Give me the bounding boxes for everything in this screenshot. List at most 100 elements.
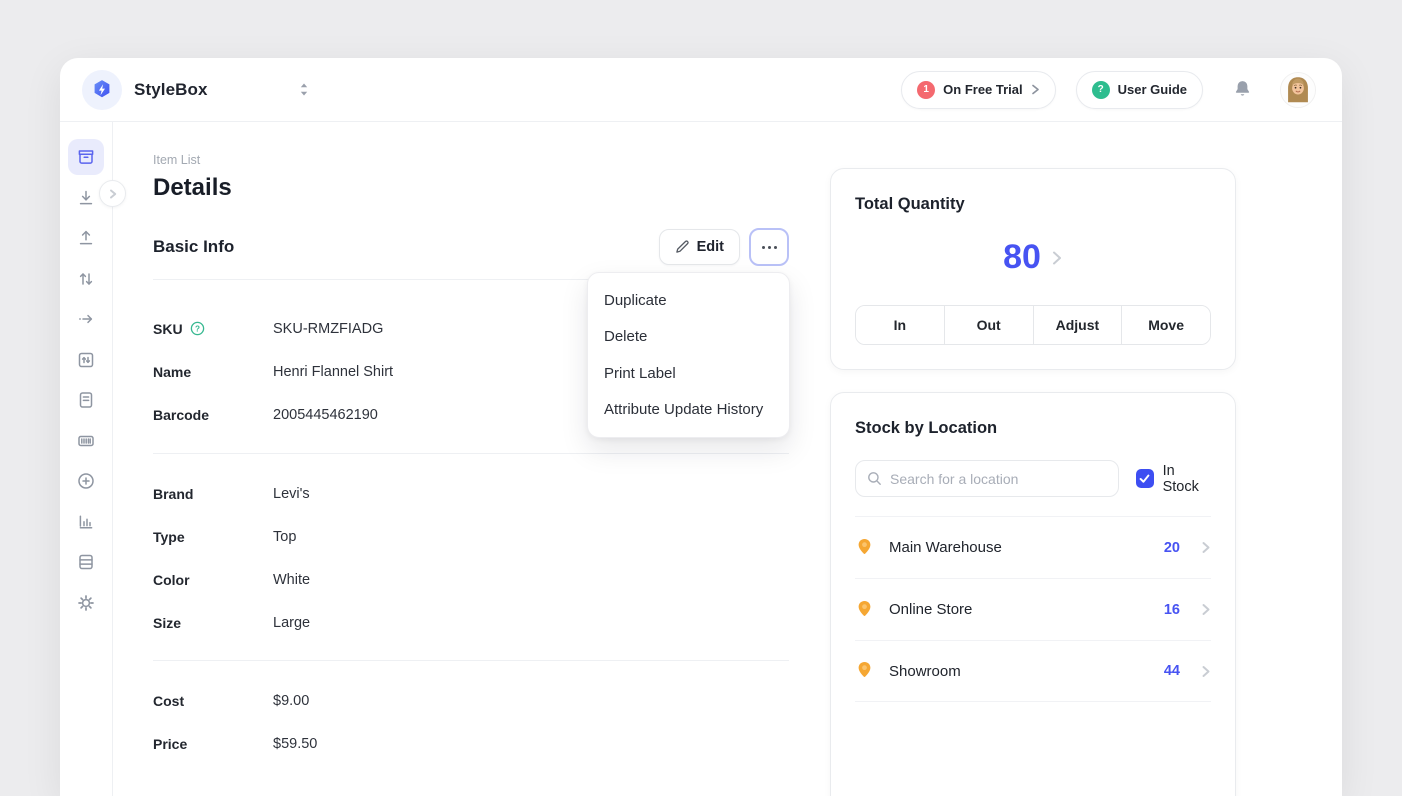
chevron-right-icon — [1051, 249, 1063, 267]
stock-by-location-card: Stock by Location — [830, 392, 1236, 796]
chevron-right-icon — [1201, 540, 1211, 555]
field-row-price: Price $59.50 — [153, 722, 789, 765]
location-search-input[interactable] — [890, 471, 1107, 487]
location-name: Main Warehouse — [889, 539, 1002, 556]
menu-item-print-label[interactable]: Print Label — [588, 355, 789, 392]
field-row-color: Color White — [153, 558, 789, 601]
trial-badge-icon: 1 — [917, 81, 935, 99]
sidebar-expand-button[interactable] — [99, 180, 126, 207]
help-circle-icon[interactable]: ? — [190, 321, 205, 336]
sidebar-item-adjust[interactable] — [68, 342, 104, 378]
field-value: SKU-RMZFIADG — [273, 321, 383, 337]
check-icon — [1138, 472, 1151, 485]
edit-button[interactable]: Edit — [659, 229, 740, 265]
sidebar-item-documents[interactable] — [68, 382, 104, 418]
sidebar-item-move-out[interactable] — [68, 301, 104, 337]
location-name: Showroom — [889, 663, 961, 680]
field-row-type: Type Top — [153, 515, 789, 558]
menu-item-delete[interactable]: Delete — [588, 319, 789, 356]
app-name: StyleBox — [134, 80, 208, 100]
upload-icon — [76, 228, 96, 248]
field-value: 2005445462190 — [273, 407, 378, 423]
breadcrumb[interactable]: Item List — [153, 153, 789, 167]
field-value: Top — [273, 529, 296, 545]
map-pin-icon — [855, 660, 874, 682]
hexagon-bolt-icon — [90, 78, 114, 102]
sidebar-item-inventory[interactable] — [68, 544, 104, 580]
document-icon — [76, 390, 96, 410]
sidebar-item-receive[interactable] — [68, 180, 104, 216]
swap-box-icon — [76, 350, 96, 370]
svg-text:?: ? — [195, 324, 200, 333]
field-row-cost: Cost $9.00 — [153, 679, 789, 722]
stock-adjust-button[interactable]: Adjust — [1033, 306, 1122, 344]
desktop: { "header": { "app_name": "StyleBox", "t… — [0, 0, 1402, 796]
stock-in-button[interactable]: In — [856, 306, 944, 344]
location-row-online-store[interactable]: Online Store 16 — [855, 578, 1211, 640]
section-title: Basic Info — [153, 237, 234, 257]
field-label: Color — [153, 572, 273, 588]
field-value: Henri Flannel Shirt — [273, 364, 393, 380]
location-row-showroom[interactable]: Showroom 44 — [855, 640, 1211, 702]
field-row-size: Size Large — [153, 601, 789, 644]
field-value: White — [273, 572, 310, 588]
field-label: Price — [153, 736, 273, 752]
sidebar-item-settings[interactable] — [68, 585, 104, 621]
transfer-icon — [76, 269, 96, 289]
top-header: StyleBox 1 On Free Trial ? User Guide — [60, 58, 1342, 122]
more-actions-button[interactable] — [749, 228, 789, 266]
location-name: Online Store — [889, 601, 972, 618]
search-icon — [867, 471, 882, 486]
sidebar-item-items[interactable] — [68, 139, 104, 175]
field-label: SKU — [153, 321, 183, 337]
main-area: Item List Details Basic Info Edit — [113, 122, 1342, 796]
sidebar-item-create[interactable] — [68, 463, 104, 499]
field-label: Cost — [153, 693, 273, 709]
sidebar-item-transfer[interactable] — [68, 261, 104, 297]
help-badge-icon: ? — [1092, 81, 1110, 99]
location-quantity: 16 — [1164, 602, 1180, 618]
user-avatar[interactable] — [1280, 72, 1316, 108]
field-value: Large — [273, 615, 310, 631]
in-stock-checkbox[interactable] — [1136, 469, 1154, 488]
map-pin-icon — [855, 599, 874, 621]
barcode-icon — [76, 431, 96, 451]
notifications-bell-icon[interactable] — [1231, 78, 1254, 101]
field-label: Barcode — [153, 407, 273, 423]
stock-out-button[interactable]: Out — [944, 306, 1033, 344]
field-label: Type — [153, 529, 273, 545]
location-filter-row: In Stock — [855, 460, 1211, 497]
workspace-sorter-icon[interactable] — [298, 82, 310, 97]
location-row-main-warehouse[interactable]: Main Warehouse 20 — [855, 516, 1211, 578]
section-actions: Edit — [659, 228, 789, 266]
free-trial-label: On Free Trial — [943, 82, 1022, 97]
chevron-right-icon — [1201, 602, 1211, 617]
stack-icon — [76, 552, 96, 572]
total-quantity-title: Total Quantity — [855, 195, 1211, 214]
menu-item-attribute-update-history[interactable]: Attribute Update History — [588, 392, 789, 429]
total-quantity-row[interactable]: 80 — [855, 238, 1211, 277]
field-row-brand: Brand Levi's — [153, 472, 789, 515]
total-quantity-value[interactable]: 80 — [1003, 238, 1041, 277]
gear-icon — [76, 593, 96, 613]
sidebar-item-ship[interactable] — [68, 220, 104, 256]
details-pane: Item List Details Basic Info Edit — [153, 122, 789, 775]
app-window: StyleBox 1 On Free Trial ? User Guide — [60, 58, 1342, 796]
menu-item-duplicate[interactable]: Duplicate — [588, 282, 789, 319]
box-icon — [76, 147, 96, 167]
in-stock-label: In Stock — [1163, 463, 1211, 495]
basic-info-header: Basic Info Edit — [153, 228, 789, 266]
user-guide-button[interactable]: ? User Guide — [1076, 71, 1203, 109]
bar-chart-icon — [76, 512, 96, 532]
in-stock-filter[interactable]: In Stock — [1136, 463, 1211, 495]
download-icon — [76, 188, 96, 208]
free-trial-button[interactable]: 1 On Free Trial — [901, 71, 1055, 109]
sidebar-item-reports[interactable] — [68, 504, 104, 540]
pencil-icon — [675, 240, 689, 254]
stock-move-button[interactable]: Move — [1121, 306, 1210, 344]
field-value: $9.00 — [273, 693, 309, 709]
arrow-right-icon — [76, 309, 96, 329]
sidebar-item-barcodes[interactable] — [68, 423, 104, 459]
location-list: Main Warehouse 20 O — [855, 516, 1211, 702]
field-label: Brand — [153, 486, 273, 502]
